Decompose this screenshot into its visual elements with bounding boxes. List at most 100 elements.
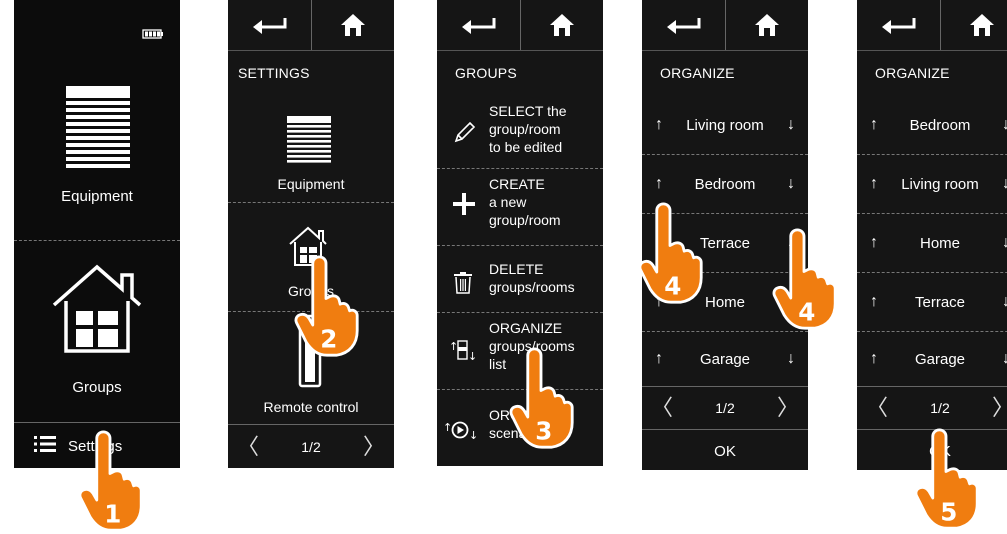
groups-label: Groups — [14, 379, 180, 396]
pagination: 〈 1/2 〉 — [642, 386, 808, 429]
move-down-button[interactable]: ↓ — [774, 350, 808, 368]
home-button[interactable] — [311, 0, 395, 50]
pointer-hand-icon: 4 — [632, 202, 708, 306]
next-page-button[interactable]: 〉 — [354, 436, 394, 458]
item-line: a new — [489, 193, 601, 211]
move-up-button[interactable]: ↑ — [857, 234, 891, 252]
move-down-button[interactable]: ↓ — [989, 350, 1007, 368]
previous-page-button[interactable]: 〈 — [857, 397, 897, 419]
equipment-label: Equipment — [228, 176, 394, 192]
page-indicator: 1/2 — [930, 400, 949, 416]
home-button[interactable] — [725, 0, 809, 50]
move-down-button[interactable]: ↓ — [774, 175, 808, 193]
next-page-button[interactable]: 〉 — [983, 397, 1007, 419]
move-up-button[interactable]: ↑ — [857, 293, 891, 311]
organize-row: ↑Garage↓ — [642, 330, 808, 388]
back-arrow-icon — [880, 16, 916, 34]
pagination: 〈 1/2 〉 — [857, 386, 1007, 429]
equipment-label: Equipment — [14, 188, 180, 205]
back-arrow-icon — [460, 16, 496, 34]
previous-page-button[interactable]: 〈 — [228, 436, 268, 458]
page-indicator: 1/2 — [715, 400, 734, 416]
home-icon — [549, 13, 575, 37]
organize-row: ↑Garage↓ — [857, 330, 1007, 388]
page-indicator: 1/2 — [301, 439, 320, 455]
item-line: ORGANIZE — [489, 319, 601, 337]
home-button[interactable] — [520, 0, 604, 50]
page-title: ORGANIZE — [642, 51, 808, 95]
settings-screen: SETTINGS Equipment Groups Remote control… — [228, 0, 394, 468]
create-group-item[interactable]: CREATEa newgroup/room — [437, 169, 603, 246]
row-name: Living room — [676, 117, 774, 134]
pencil-icon — [453, 120, 477, 144]
move-up-button[interactable]: ↑ — [857, 116, 891, 134]
item-line: group/room — [489, 211, 601, 229]
back-button[interactable] — [857, 0, 940, 50]
pointer-hand-icon: 1 — [72, 430, 148, 534]
svg-text:↓: ↓ — [468, 350, 477, 361]
item-line: SELECT the — [489, 102, 601, 120]
move-down-button[interactable]: ↓ — [989, 116, 1007, 134]
home-icon — [340, 13, 366, 37]
equipment-tile[interactable]: Equipment — [14, 60, 180, 241]
svg-text:↑: ↑ — [443, 421, 452, 434]
row-name: Bedroom — [676, 176, 774, 193]
sort-icon: ↑↓ — [449, 339, 477, 361]
step-number: 4 — [798, 298, 815, 327]
pointer-hand-icon: 2 — [288, 255, 364, 359]
move-down-button[interactable]: ↓ — [774, 116, 808, 134]
home-button[interactable] — [940, 0, 1007, 50]
home-screen: Equipment Groups Settings — [14, 0, 180, 468]
step-number: 3 — [535, 417, 552, 446]
delete-group-item[interactable]: DELETEgroups/rooms — [437, 246, 603, 313]
battery-icon — [142, 26, 164, 44]
back-button[interactable] — [228, 0, 311, 50]
house-icon — [50, 261, 144, 362]
groups-tile[interactable]: Groups — [14, 241, 180, 421]
top-bar — [437, 0, 603, 51]
row-name: Garage — [891, 351, 989, 368]
move-up-button[interactable]: ↑ — [857, 350, 891, 368]
back-arrow-icon — [665, 16, 701, 34]
organize-row: ↑Living room↓ — [857, 155, 1007, 214]
next-page-button[interactable]: 〉 — [768, 397, 808, 419]
organize-row: ↑Home↓ — [857, 214, 1007, 273]
back-button[interactable] — [642, 0, 725, 50]
move-up-button[interactable]: ↑ — [642, 350, 676, 368]
row-name: Home — [891, 235, 989, 252]
step-number: 5 — [940, 498, 957, 527]
step-number: 1 — [104, 500, 121, 529]
move-up-button[interactable]: ↑ — [857, 175, 891, 193]
move-up-button[interactable]: ↑ — [642, 175, 676, 193]
move-up-button[interactable]: ↑ — [642, 116, 676, 134]
previous-page-button[interactable]: 〈 — [642, 397, 682, 419]
back-arrow-icon — [251, 16, 287, 34]
move-down-button[interactable]: ↓ — [989, 175, 1007, 193]
top-bar — [857, 0, 1007, 51]
row-name: Garage — [676, 351, 774, 368]
plus-icon — [453, 193, 475, 215]
row-name: Living room — [891, 176, 989, 193]
home-icon — [969, 13, 995, 37]
step-number: 2 — [320, 325, 337, 354]
equipment-menu-item[interactable]: Equipment — [228, 96, 394, 203]
item-line: DELETE — [489, 260, 601, 278]
pagination: 〈 1/2 〉 — [228, 424, 394, 469]
svg-text:↑: ↑ — [449, 340, 458, 353]
organize-row: ↑Bedroom↓ — [857, 96, 1007, 155]
remote-control-label: Remote control — [228, 399, 394, 415]
select-group-item[interactable]: SELECT thegroup/roomto be edited — [437, 96, 603, 169]
ok-button[interactable]: OK — [642, 429, 808, 472]
organize-row: ↑Terrace↓ — [857, 273, 1007, 332]
top-bar — [228, 0, 394, 51]
organize-row: ↑Living room↓ — [642, 96, 808, 155]
move-down-button[interactable]: ↓ — [989, 293, 1007, 311]
step-number: 4 — [664, 272, 681, 301]
back-button[interactable] — [437, 0, 520, 50]
move-down-button[interactable]: ↓ — [989, 234, 1007, 252]
home-icon — [754, 13, 780, 37]
blind-icon — [66, 86, 130, 177]
svg-text:↓: ↓ — [469, 429, 478, 440]
pointer-hand-icon: 5 — [908, 428, 984, 532]
top-bar — [642, 0, 808, 51]
